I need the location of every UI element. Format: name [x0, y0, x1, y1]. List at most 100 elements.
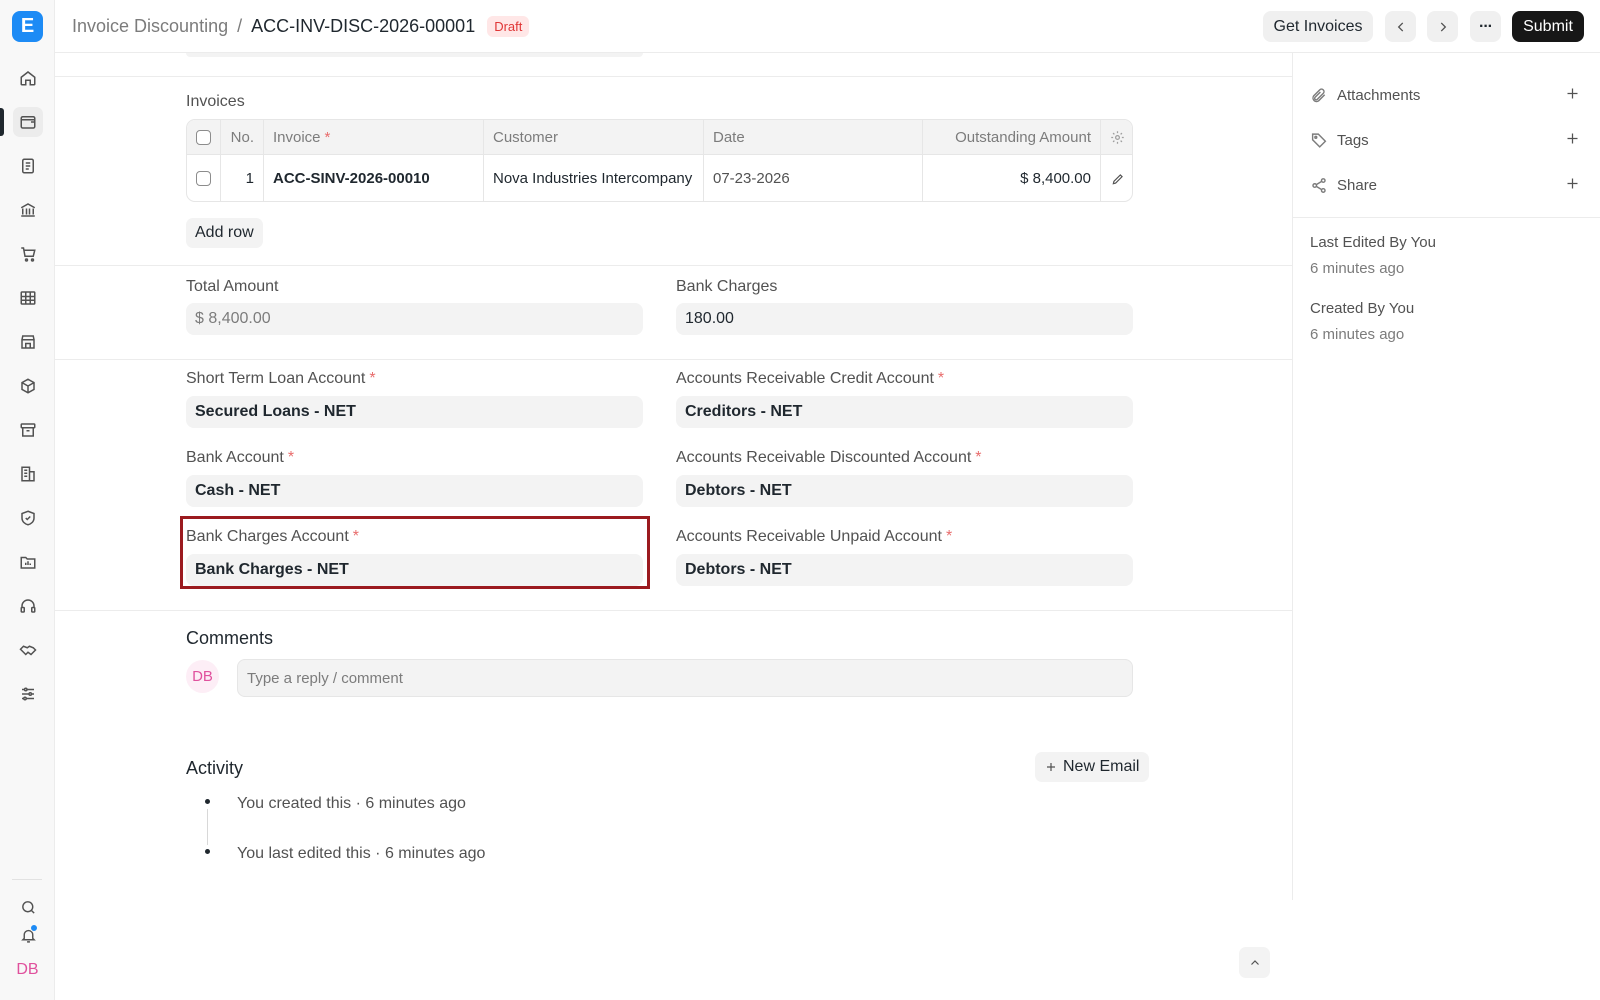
col-customer: Customer — [484, 120, 704, 154]
edit-row-button[interactable] — [1101, 155, 1132, 201]
ar-unpaid-field[interactable]: Debtors - NET — [676, 554, 1133, 586]
share-item[interactable]: Share — [1310, 173, 1580, 197]
required-mark: * — [287, 449, 295, 466]
cell-customer[interactable]: Nova Industries Intercompany — [484, 155, 704, 201]
tag-icon — [1311, 132, 1327, 148]
timeline-dot — [205, 849, 210, 854]
share-icon — [1312, 177, 1326, 193]
ar-discounted-field[interactable]: Debtors - NET — [676, 475, 1133, 507]
store-icon[interactable] — [13, 327, 43, 357]
ar-credit-field[interactable]: Creditors - NET — [676, 396, 1133, 428]
activity-title: Activity — [186, 758, 244, 778]
add-share-icon[interactable] — [1565, 176, 1580, 191]
new-email-button[interactable]: New Email — [1035, 752, 1150, 782]
total-amount-field: $ 8,400.00 — [186, 303, 643, 335]
invoices-label: Invoices — [186, 93, 245, 110]
created-by: Created By You — [1310, 300, 1415, 317]
bank-charges-input[interactable]: 180.00 — [676, 303, 1133, 335]
section-divider — [55, 359, 1292, 360]
gear-icon — [1111, 130, 1124, 144]
required-mark: * — [945, 528, 953, 545]
invoices-table: No. Invoice * Customer Date Outstanding A… — [186, 119, 1133, 202]
handshake-icon[interactable] — [13, 635, 43, 665]
next-button[interactable] — [1427, 11, 1458, 42]
cell-invoice[interactable]: ACC-SINV-2026-00010 — [264, 155, 484, 201]
section-divider — [55, 76, 1292, 77]
col-date: Date — [704, 120, 923, 154]
ar-discounted-label: Accounts Receivable Discounted Account * — [676, 449, 982, 466]
comments-title: Comments — [186, 628, 274, 648]
attachments-item[interactable]: Attachments — [1310, 83, 1580, 107]
short-term-loan-field[interactable]: Secured Loans - NET — [186, 396, 643, 428]
column-settings-button[interactable] — [1101, 120, 1132, 154]
cell-no: 1 — [221, 155, 264, 201]
table-header: No. Invoice * Customer Date Outstanding A… — [187, 120, 1132, 155]
bank-icon[interactable] — [13, 195, 43, 225]
app-logo[interactable]: E — [12, 11, 43, 42]
timeline-line — [207, 809, 208, 845]
col-invoice: Invoice * — [264, 120, 484, 154]
get-invoices-button[interactable]: Get Invoices — [1263, 11, 1373, 42]
tags-item[interactable]: Tags — [1310, 128, 1580, 152]
cart-icon[interactable] — [13, 239, 43, 269]
building-icon[interactable] — [13, 459, 43, 489]
scroll-to-top-button[interactable] — [1239, 947, 1270, 978]
active-nav-indicator — [0, 108, 4, 136]
more-options-button[interactable]: ··· — [1470, 11, 1501, 42]
page-header: Invoice Discounting / ACC-INV-DISC-2026-… — [55, 0, 1600, 53]
breadcrumb-parent[interactable]: Invoice Discounting — [72, 16, 228, 37]
cell-amount[interactable]: $ 8,400.00 — [923, 155, 1101, 201]
user-avatar[interactable]: DB — [12, 955, 43, 985]
timeline-dot — [205, 799, 210, 804]
main-content: Invoices No. Invoice * Customer Date Outs… — [55, 53, 1292, 1000]
submit-button[interactable]: Submit — [1512, 11, 1584, 42]
panel-divider — [1293, 217, 1600, 218]
home-icon[interactable] — [13, 63, 43, 93]
breadcrumb-separator: / — [237, 16, 243, 36]
breadcrumb: Invoice Discounting / ACC-INV-DISC-2026-… — [72, 0, 530, 53]
ar-credit-label: Accounts Receivable Credit Account * — [676, 370, 945, 387]
search-icon[interactable] — [13, 892, 43, 922]
plus-icon — [1047, 763, 1055, 771]
add-row-button[interactable]: Add row — [186, 218, 263, 248]
comment-input[interactable]: Type a reply / comment — [237, 659, 1133, 697]
document-icon[interactable] — [13, 151, 43, 181]
wallet-icon[interactable] — [13, 107, 43, 137]
col-no: No. — [221, 120, 264, 154]
add-attachment-icon[interactable] — [1565, 86, 1580, 101]
row-checkbox-cell — [187, 155, 221, 201]
required-mark: * — [369, 370, 376, 387]
paperclip-icon — [1312, 87, 1326, 102]
page-title: ACC-INV-DISC-2026-00001 — [251, 16, 476, 36]
required-mark: * — [324, 128, 331, 146]
activity-item: You last edited this · 6 minutes ago — [237, 845, 486, 862]
short-term-loan-label: Short Term Loan Account * — [186, 370, 376, 387]
ellipsis-icon: ··· — [1479, 17, 1493, 35]
chevron-right-icon — [1440, 21, 1446, 32]
box-icon[interactable] — [13, 371, 43, 401]
bank-account-label: Bank Account * — [186, 449, 295, 466]
chevron-left-icon — [1397, 21, 1403, 32]
last-edited-time: 6 minutes ago — [1310, 260, 1405, 277]
table-icon[interactable] — [13, 283, 43, 313]
row-checkbox[interactable] — [196, 171, 211, 186]
comment-avatar: DB — [186, 660, 219, 693]
highlight-box — [180, 516, 650, 589]
scrolled-field — [186, 53, 643, 57]
headset-icon[interactable] — [13, 591, 43, 621]
status-badge: Draft — [487, 16, 530, 37]
cell-date[interactable]: 07-23-2026 — [704, 155, 923, 201]
shield-icon[interactable] — [13, 503, 43, 533]
table-row[interactable]: 1 ACC-SINV-2026-00010 Nova Industries In… — [187, 155, 1132, 201]
archive-icon[interactable] — [13, 415, 43, 445]
sliders-icon[interactable] — [13, 679, 43, 709]
last-edited-by: Last Edited By You — [1310, 234, 1436, 251]
chevron-up-icon — [1250, 959, 1259, 965]
select-all-checkbox-cell — [187, 120, 221, 154]
add-tag-icon[interactable] — [1565, 131, 1580, 146]
bank-account-field[interactable]: Cash - NET — [186, 475, 643, 507]
select-all-checkbox[interactable] — [196, 129, 211, 145]
folder-chart-icon[interactable] — [13, 547, 43, 577]
previous-button[interactable] — [1385, 11, 1416, 42]
bell-icon[interactable] — [13, 920, 43, 950]
